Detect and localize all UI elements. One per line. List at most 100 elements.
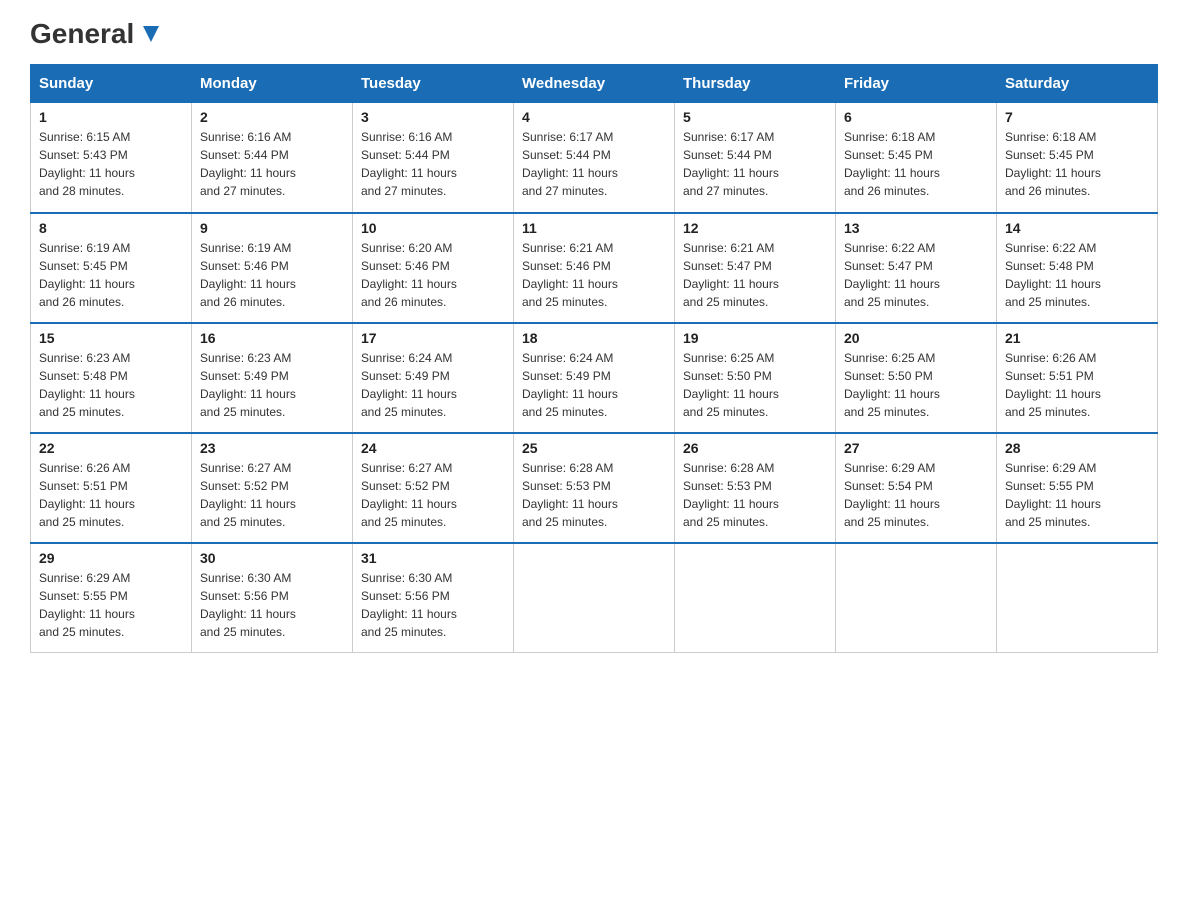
calendar-week-row: 1 Sunrise: 6:15 AMSunset: 5:43 PMDaylight… (31, 103, 1158, 213)
calendar-cell: 25 Sunrise: 6:28 AMSunset: 5:53 PMDayligh… (514, 433, 675, 543)
day-info: Sunrise: 6:17 AMSunset: 5:44 PMDaylight:… (683, 128, 827, 200)
day-number: 3 (361, 109, 505, 125)
day-info: Sunrise: 6:18 AMSunset: 5:45 PMDaylight:… (844, 128, 988, 200)
day-number: 2 (200, 109, 344, 125)
day-info: Sunrise: 6:17 AMSunset: 5:44 PMDaylight:… (522, 128, 666, 200)
calendar-cell: 27 Sunrise: 6:29 AMSunset: 5:54 PMDayligh… (836, 433, 997, 543)
day-info: Sunrise: 6:25 AMSunset: 5:50 PMDaylight:… (844, 349, 988, 421)
calendar-cell: 12 Sunrise: 6:21 AMSunset: 5:47 PMDayligh… (675, 213, 836, 323)
page-header: General (30, 20, 1158, 44)
day-number: 7 (1005, 109, 1149, 125)
day-number: 13 (844, 220, 988, 236)
day-number: 15 (39, 330, 183, 346)
day-number: 22 (39, 440, 183, 456)
calendar-cell: 18 Sunrise: 6:24 AMSunset: 5:49 PMDayligh… (514, 323, 675, 433)
day-number: 1 (39, 109, 183, 125)
day-info: Sunrise: 6:16 AMSunset: 5:44 PMDaylight:… (361, 128, 505, 200)
day-number: 8 (39, 220, 183, 236)
day-info: Sunrise: 6:22 AMSunset: 5:47 PMDaylight:… (844, 239, 988, 311)
day-info: Sunrise: 6:16 AMSunset: 5:44 PMDaylight:… (200, 128, 344, 200)
day-info: Sunrise: 6:19 AMSunset: 5:45 PMDaylight:… (39, 239, 183, 311)
day-info: Sunrise: 6:30 AMSunset: 5:56 PMDaylight:… (361, 569, 505, 641)
day-number: 12 (683, 220, 827, 236)
calendar-cell: 30 Sunrise: 6:30 AMSunset: 5:56 PMDayligh… (192, 543, 353, 653)
calendar-cell: 23 Sunrise: 6:27 AMSunset: 5:52 PMDayligh… (192, 433, 353, 543)
calendar-header-row: SundayMondayTuesdayWednesdayThursdayFrid… (31, 65, 1158, 103)
calendar-cell: 20 Sunrise: 6:25 AMSunset: 5:50 PMDayligh… (836, 323, 997, 433)
day-number: 18 (522, 330, 666, 346)
day-info: Sunrise: 6:30 AMSunset: 5:56 PMDaylight:… (200, 569, 344, 641)
column-header-wednesday: Wednesday (514, 65, 675, 103)
day-info: Sunrise: 6:25 AMSunset: 5:50 PMDaylight:… (683, 349, 827, 421)
day-info: Sunrise: 6:19 AMSunset: 5:46 PMDaylight:… (200, 239, 344, 311)
day-number: 28 (1005, 440, 1149, 456)
day-info: Sunrise: 6:29 AMSunset: 5:55 PMDaylight:… (39, 569, 183, 641)
calendar-cell: 4Sunrise: 6:17 AMSunset: 5:44 PMDaylight… (514, 103, 675, 213)
calendar-cell: 5 Sunrise: 6:17 AMSunset: 5:44 PMDaylight… (675, 103, 836, 213)
day-number: 27 (844, 440, 988, 456)
calendar-cell: 19 Sunrise: 6:25 AMSunset: 5:50 PMDayligh… (675, 323, 836, 433)
calendar-cell (514, 543, 675, 653)
day-number: 10 (361, 220, 505, 236)
calendar-cell: 29Sunrise: 6:29 AMSunset: 5:55 PMDayligh… (31, 543, 192, 653)
calendar-cell: 3 Sunrise: 6:16 AMSunset: 5:44 PMDaylight… (353, 103, 514, 213)
column-header-thursday: Thursday (675, 65, 836, 103)
column-header-sunday: Sunday (31, 65, 192, 103)
day-info: Sunrise: 6:28 AMSunset: 5:53 PMDaylight:… (522, 459, 666, 531)
day-info: Sunrise: 6:23 AMSunset: 5:49 PMDaylight:… (200, 349, 344, 421)
day-number: 25 (522, 440, 666, 456)
day-number: 31 (361, 550, 505, 566)
calendar-week-row: 15 Sunrise: 6:23 AMSunset: 5:48 PMDayligh… (31, 323, 1158, 433)
calendar-cell: 1 Sunrise: 6:15 AMSunset: 5:43 PMDaylight… (31, 103, 192, 213)
logo-general: General (30, 20, 159, 48)
calendar-cell (836, 543, 997, 653)
calendar-cell (997, 543, 1158, 653)
day-info: Sunrise: 6:24 AMSunset: 5:49 PMDaylight:… (522, 349, 666, 421)
day-info: Sunrise: 6:20 AMSunset: 5:46 PMDaylight:… (361, 239, 505, 311)
day-info: Sunrise: 6:24 AMSunset: 5:49 PMDaylight:… (361, 349, 505, 421)
day-number: 23 (200, 440, 344, 456)
day-number: 11 (522, 220, 666, 236)
day-info: Sunrise: 6:18 AMSunset: 5:45 PMDaylight:… (1005, 128, 1149, 200)
day-info: Sunrise: 6:22 AMSunset: 5:48 PMDaylight:… (1005, 239, 1149, 311)
day-number: 26 (683, 440, 827, 456)
day-info: Sunrise: 6:23 AMSunset: 5:48 PMDaylight:… (39, 349, 183, 421)
calendar-cell: 14 Sunrise: 6:22 AMSunset: 5:48 PMDayligh… (997, 213, 1158, 323)
day-number: 16 (200, 330, 344, 346)
calendar-cell: 21 Sunrise: 6:26 AMSunset: 5:51 PMDayligh… (997, 323, 1158, 433)
day-number: 9 (200, 220, 344, 236)
day-number: 17 (361, 330, 505, 346)
day-number: 20 (844, 330, 988, 346)
day-info: Sunrise: 6:29 AMSunset: 5:55 PMDaylight:… (1005, 459, 1149, 531)
day-info: Sunrise: 6:15 AMSunset: 5:43 PMDaylight:… (39, 128, 183, 200)
day-info: Sunrise: 6:29 AMSunset: 5:54 PMDaylight:… (844, 459, 988, 531)
day-number: 19 (683, 330, 827, 346)
calendar-cell: 6 Sunrise: 6:18 AMSunset: 5:45 PMDaylight… (836, 103, 997, 213)
day-number: 30 (200, 550, 344, 566)
day-number: 24 (361, 440, 505, 456)
calendar-table: SundayMondayTuesdayWednesdayThursdayFrid… (30, 64, 1158, 653)
column-header-saturday: Saturday (997, 65, 1158, 103)
day-info: Sunrise: 6:27 AMSunset: 5:52 PMDaylight:… (361, 459, 505, 531)
column-header-friday: Friday (836, 65, 997, 103)
day-number: 6 (844, 109, 988, 125)
calendar-cell: 15 Sunrise: 6:23 AMSunset: 5:48 PMDayligh… (31, 323, 192, 433)
day-info: Sunrise: 6:28 AMSunset: 5:53 PMDaylight:… (683, 459, 827, 531)
day-info: Sunrise: 6:26 AMSunset: 5:51 PMDaylight:… (1005, 349, 1149, 421)
column-header-tuesday: Tuesday (353, 65, 514, 103)
calendar-cell: 10 Sunrise: 6:20 AMSunset: 5:46 PMDayligh… (353, 213, 514, 323)
day-info: Sunrise: 6:27 AMSunset: 5:52 PMDaylight:… (200, 459, 344, 531)
calendar-week-row: 29Sunrise: 6:29 AMSunset: 5:55 PMDayligh… (31, 543, 1158, 653)
day-info: Sunrise: 6:26 AMSunset: 5:51 PMDaylight:… (39, 459, 183, 531)
calendar-cell (675, 543, 836, 653)
column-header-monday: Monday (192, 65, 353, 103)
day-number: 14 (1005, 220, 1149, 236)
calendar-cell: 8 Sunrise: 6:19 AMSunset: 5:45 PMDaylight… (31, 213, 192, 323)
calendar-week-row: 8 Sunrise: 6:19 AMSunset: 5:45 PMDaylight… (31, 213, 1158, 323)
day-number: 21 (1005, 330, 1149, 346)
calendar-cell: 26 Sunrise: 6:28 AMSunset: 5:53 PMDayligh… (675, 433, 836, 543)
day-info: Sunrise: 6:21 AMSunset: 5:47 PMDaylight:… (683, 239, 827, 311)
day-number: 5 (683, 109, 827, 125)
day-info: Sunrise: 6:21 AMSunset: 5:46 PMDaylight:… (522, 239, 666, 311)
calendar-cell: 16 Sunrise: 6:23 AMSunset: 5:49 PMDayligh… (192, 323, 353, 433)
